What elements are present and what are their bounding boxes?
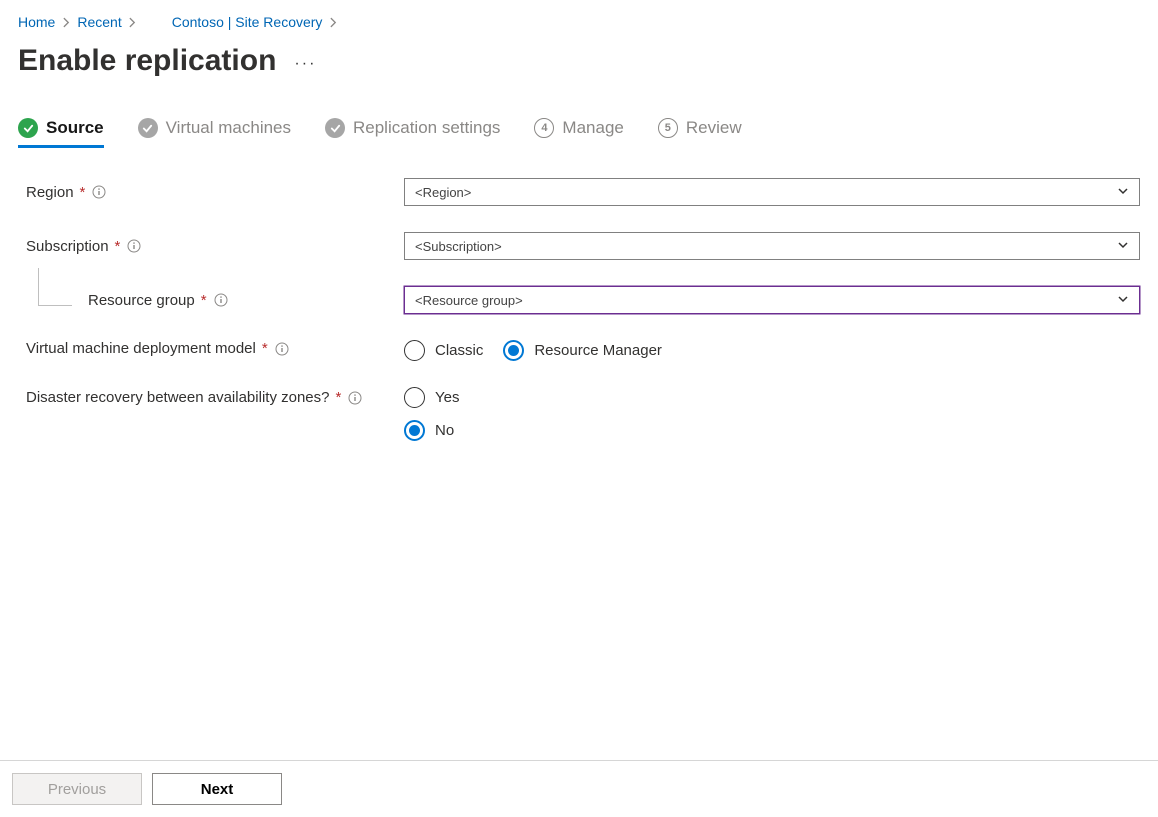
step-label: Manage xyxy=(562,118,623,138)
row-subscription: Subscription * <Subscription> xyxy=(26,232,1140,260)
chevron-down-icon xyxy=(1117,293,1129,308)
step-number-icon: 4 xyxy=(534,118,554,138)
chevron-right-icon xyxy=(128,15,138,29)
dr-between-az-radio-group: Yes No xyxy=(404,387,459,441)
form-area: Region * <Region> Subscription * xyxy=(26,178,1140,441)
row-dr-between-az: Disaster recovery between availability z… xyxy=(26,387,1140,441)
chevron-right-icon xyxy=(61,15,71,29)
row-deployment-model: Virtual machine deployment model * Class… xyxy=(26,340,1140,361)
info-icon[interactable] xyxy=(347,390,363,406)
radio-icon xyxy=(404,420,425,441)
radio-label: Yes xyxy=(435,389,459,406)
dropdown-value: <Subscription> xyxy=(415,239,502,254)
radio-dr-no[interactable]: No xyxy=(404,420,459,441)
label-dr-between-az: Disaster recovery between availability z… xyxy=(26,387,404,410)
step-label: Replication settings xyxy=(353,118,500,138)
radio-dr-yes[interactable]: Yes xyxy=(404,387,459,408)
chevron-down-icon xyxy=(1117,185,1129,200)
breadcrumb-home[interactable]: Home xyxy=(18,14,55,30)
radio-classic[interactable]: Classic xyxy=(404,340,483,361)
check-icon xyxy=(325,118,345,138)
step-label: Source xyxy=(46,118,104,138)
subscription-dropdown[interactable]: <Subscription> xyxy=(404,232,1140,260)
indent-line xyxy=(38,268,72,306)
breadcrumb-recent[interactable]: Recent xyxy=(77,14,121,30)
label-text: Region xyxy=(26,184,74,201)
step-review[interactable]: 5 Review xyxy=(658,118,742,148)
required-indicator: * xyxy=(262,340,268,357)
wizard-steps: Source Virtual machines Replication sett… xyxy=(18,118,1140,148)
dropdown-value: <Region> xyxy=(415,185,471,200)
step-label: Virtual machines xyxy=(166,118,291,138)
info-icon[interactable] xyxy=(213,292,229,308)
label-region: Region * xyxy=(26,184,404,201)
chevron-down-icon xyxy=(1117,239,1129,254)
required-indicator: * xyxy=(80,184,86,201)
radio-icon xyxy=(404,387,425,408)
radio-resource-manager[interactable]: Resource Manager xyxy=(503,340,662,361)
wizard-footer: Previous Next xyxy=(0,760,1158,817)
required-indicator: * xyxy=(335,387,341,410)
label-text: Subscription xyxy=(26,238,109,255)
row-region: Region * <Region> xyxy=(26,178,1140,206)
step-manage[interactable]: 4 Manage xyxy=(534,118,623,148)
page-title: Enable replication xyxy=(18,44,276,78)
step-label: Review xyxy=(686,118,742,138)
radio-label: Classic xyxy=(435,342,483,359)
required-indicator: * xyxy=(201,292,207,309)
previous-button: Previous xyxy=(12,773,142,805)
info-icon[interactable] xyxy=(274,341,290,357)
check-icon xyxy=(18,118,38,138)
step-source[interactable]: Source xyxy=(18,118,104,148)
breadcrumb-contoso-site-recovery[interactable]: Contoso | Site Recovery xyxy=(172,14,323,30)
more-actions-button[interactable]: ··· xyxy=(294,49,316,73)
chevron-right-icon xyxy=(328,15,338,29)
dropdown-value: <Resource group> xyxy=(415,293,523,308)
resource-group-dropdown[interactable]: <Resource group> xyxy=(404,286,1140,314)
next-button[interactable]: Next xyxy=(152,773,282,805)
region-dropdown[interactable]: <Region> xyxy=(404,178,1140,206)
label-text: Disaster recovery between availability z… xyxy=(26,387,329,410)
breadcrumb: Home Recent Contoso | Site Recovery xyxy=(18,14,1140,30)
label-text: Virtual machine deployment model xyxy=(26,340,256,357)
label-text: Resource group xyxy=(88,292,195,309)
label-subscription: Subscription * xyxy=(26,238,404,255)
step-replication-settings[interactable]: Replication settings xyxy=(325,118,500,148)
required-indicator: * xyxy=(115,238,121,255)
label-deployment-model: Virtual machine deployment model * xyxy=(26,340,404,357)
step-number-icon: 5 xyxy=(658,118,678,138)
deployment-model-radio-group: Classic Resource Manager xyxy=(404,340,662,361)
info-icon[interactable] xyxy=(91,184,107,200)
info-icon[interactable] xyxy=(126,238,142,254)
title-row: Enable replication ··· xyxy=(18,44,1140,78)
check-icon xyxy=(138,118,158,138)
radio-icon xyxy=(503,340,524,361)
step-virtual-machines[interactable]: Virtual machines xyxy=(138,118,291,148)
row-resource-group: Resource group * <Resource group> xyxy=(26,286,1140,314)
radio-label: No xyxy=(435,422,454,439)
radio-label: Resource Manager xyxy=(534,342,662,359)
radio-icon xyxy=(404,340,425,361)
label-resource-group: Resource group * xyxy=(26,292,404,309)
